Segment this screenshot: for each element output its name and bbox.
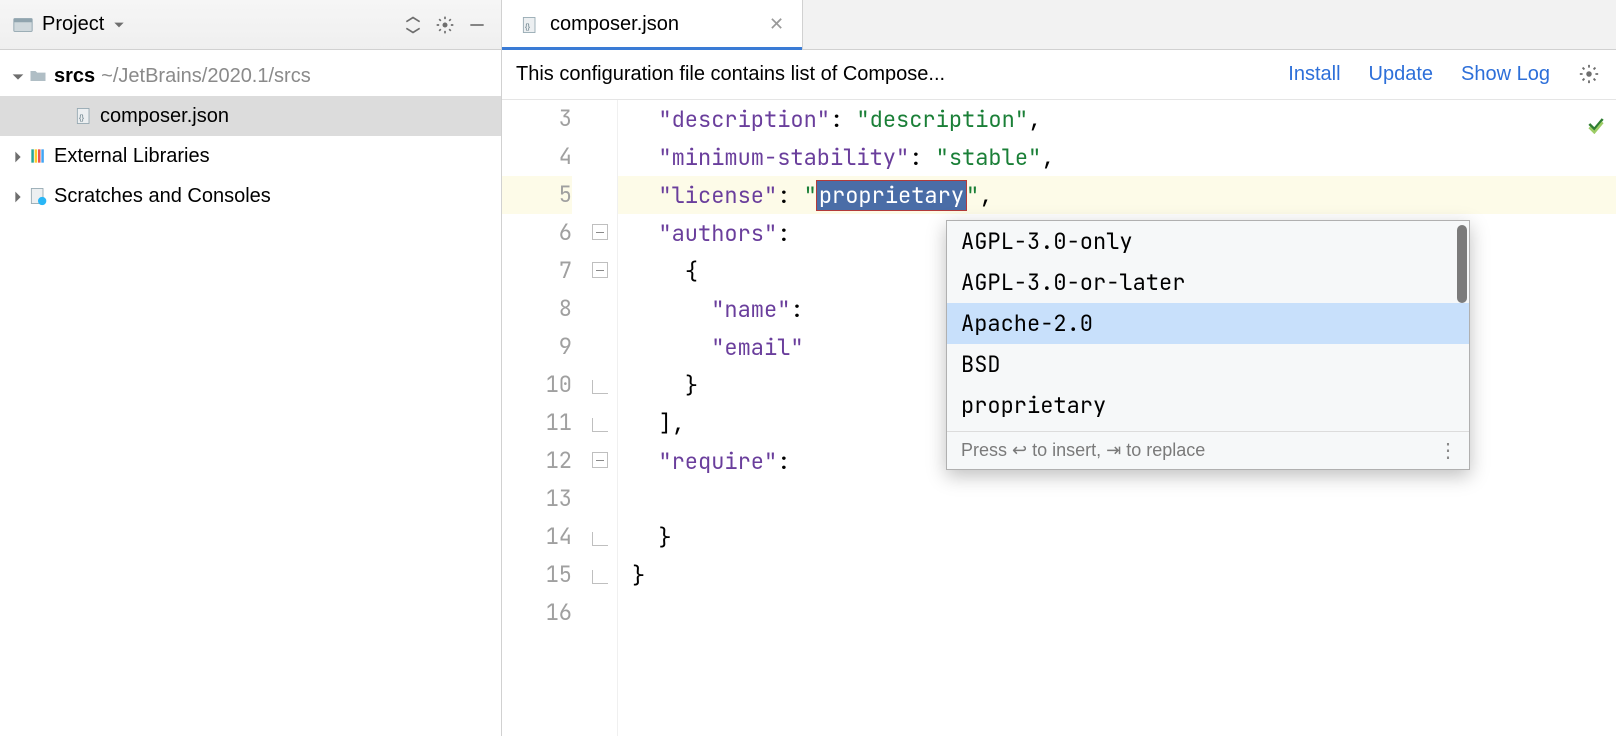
tab-key-icon: ⇥ xyxy=(1106,440,1121,460)
code-area[interactable]: "description": "description", "minimum-s… xyxy=(618,100,1616,736)
project-tool-window: Project srcs~/JetBrains/2020.1/srcs xyxy=(0,0,502,736)
hide-icon[interactable] xyxy=(461,9,493,41)
tree-item-label: External Libraries xyxy=(54,145,210,168)
gear-icon[interactable] xyxy=(1578,63,1602,87)
fold-end-icon xyxy=(592,380,608,394)
svg-text:{}: {} xyxy=(525,22,531,31)
fold-end-icon xyxy=(592,418,608,432)
chevron-down-icon[interactable] xyxy=(10,68,26,84)
autocomplete-item[interactable]: AGPL-3.0-only xyxy=(947,221,1469,262)
autocomplete-item-selected[interactable]: Apache-2.0 xyxy=(947,303,1469,344)
composer-notification-bar: This configuration file contains list of… xyxy=(502,50,1616,100)
fold-toggle-icon[interactable] xyxy=(592,452,608,468)
autocomplete-popup: AGPL-3.0-only AGPL-3.0-or-later Apache-2… xyxy=(946,220,1470,470)
selection-license-value[interactable]: proprietary xyxy=(817,181,966,210)
install-link[interactable]: Install xyxy=(1288,63,1340,86)
tree-item-label: Scratches and Consoles xyxy=(54,185,271,208)
autocomplete-list[interactable]: AGPL-3.0-only AGPL-3.0-or-later Apache-2… xyxy=(947,221,1469,431)
tree-scratches[interactable]: Scratches and Consoles xyxy=(0,176,501,216)
tree-file-composer-json[interactable]: {} composer.json xyxy=(0,96,501,136)
enter-key-icon: ↩ xyxy=(1012,440,1027,460)
folder-icon xyxy=(28,66,48,86)
code-editor[interactable]: 3 4 5 6 7 8 9 10 11 12 13 14 15 16 "desc… xyxy=(502,100,1616,736)
autocomplete-hint-bar: Press ↩ to insert, ⇥ to replace ⋮ xyxy=(947,431,1469,469)
gear-icon[interactable] xyxy=(429,9,461,41)
fold-toggle-icon[interactable] xyxy=(592,262,608,278)
tab-label: composer.json xyxy=(550,13,679,36)
update-link[interactable]: Update xyxy=(1369,63,1434,86)
autocomplete-item[interactable]: proprietary xyxy=(947,385,1469,426)
library-icon xyxy=(28,146,48,166)
project-tree[interactable]: srcs~/JetBrains/2020.1/srcs {} composer.… xyxy=(0,50,501,736)
tree-root-srcs[interactable]: srcs~/JetBrains/2020.1/srcs xyxy=(0,56,501,96)
fold-gutter[interactable] xyxy=(588,100,618,736)
chevron-right-icon[interactable] xyxy=(10,188,26,204)
project-panel-title[interactable]: Project xyxy=(42,13,104,36)
autocomplete-item[interactable]: BSD-2.0 xyxy=(947,426,1469,431)
show-log-link[interactable]: Show Log xyxy=(1461,63,1550,86)
more-icon[interactable]: ⋮ xyxy=(1438,438,1459,463)
fold-end-icon xyxy=(592,532,608,546)
project-icon xyxy=(12,14,34,36)
scrollbar-thumb[interactable] xyxy=(1457,225,1467,303)
json-file-icon: {} xyxy=(74,106,94,126)
inspection-ok-icon[interactable] xyxy=(1586,112,1606,141)
dropdown-icon[interactable] xyxy=(112,18,126,32)
close-icon[interactable]: ✕ xyxy=(769,14,784,35)
line-number-gutter: 3 4 5 6 7 8 9 10 11 12 13 14 15 16 xyxy=(502,100,588,736)
project-panel-header: Project xyxy=(0,0,501,50)
svg-text:{}: {} xyxy=(79,113,85,122)
fold-end-icon xyxy=(592,570,608,584)
scratches-icon xyxy=(28,186,48,206)
tree-item-label: composer.json xyxy=(100,105,229,128)
autocomplete-item[interactable]: BSD xyxy=(947,344,1469,385)
notification-message: This configuration file contains list of… xyxy=(516,63,1260,86)
tree-item-label: srcs~/JetBrains/2020.1/srcs xyxy=(54,65,311,88)
autocomplete-hint-text: Press ↩ to insert, ⇥ to replace xyxy=(961,440,1205,461)
editor-panel: {} composer.json ✕ This configuration fi… xyxy=(502,0,1616,736)
chevron-right-icon[interactable] xyxy=(10,148,26,164)
autocomplete-item[interactable]: AGPL-3.0-or-later xyxy=(947,262,1469,303)
fold-toggle-icon[interactable] xyxy=(592,224,608,240)
tree-external-libraries[interactable]: External Libraries xyxy=(0,136,501,176)
editor-tab-composer-json[interactable]: {} composer.json ✕ xyxy=(502,0,803,49)
json-file-icon: {} xyxy=(520,15,540,35)
editor-tab-bar: {} composer.json ✕ xyxy=(502,0,1616,50)
select-opened-file-icon[interactable] xyxy=(397,9,429,41)
